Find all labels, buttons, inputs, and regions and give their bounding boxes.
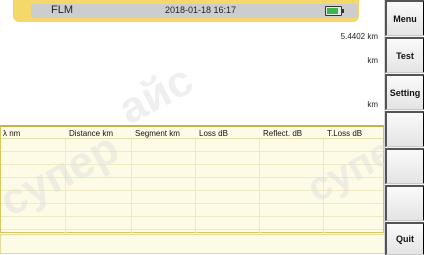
table-row[interactable] xyxy=(1,138,383,152)
table-cell xyxy=(65,164,132,178)
table-cell xyxy=(1,203,66,217)
table-cell xyxy=(323,203,383,217)
table-cell xyxy=(131,203,196,217)
table-cell xyxy=(323,164,383,178)
table-cell xyxy=(259,190,324,204)
distance-readout: 5.4402 km xyxy=(340,32,378,41)
trace-display[interactable]: 5.4402 km km km xyxy=(0,22,384,126)
table-cell xyxy=(195,203,260,217)
col-segment: Segment km xyxy=(131,127,195,139)
battery-level xyxy=(327,8,338,14)
table-cell xyxy=(1,164,66,178)
table-cell xyxy=(323,177,383,191)
table-cell xyxy=(259,164,324,178)
model-label: FLM xyxy=(51,4,73,16)
col-reflect: Reflect. dB xyxy=(259,127,323,139)
table-cell xyxy=(131,164,196,178)
table-cell xyxy=(195,164,260,178)
table-row[interactable] xyxy=(1,151,383,165)
table-cell xyxy=(131,151,196,165)
table-row[interactable] xyxy=(1,216,383,230)
table-cell xyxy=(259,151,324,165)
datetime-label: 2018-01-18 16:17 xyxy=(165,5,237,15)
table-cell xyxy=(65,177,132,191)
table-cell xyxy=(1,138,66,152)
menu-button[interactable]: Menu xyxy=(385,0,424,36)
table-cell xyxy=(65,151,132,165)
table-header-row: λ nm Distance km Segment km Loss dB Refl… xyxy=(1,127,383,139)
table-row[interactable] xyxy=(1,190,383,204)
table-cell xyxy=(195,216,260,230)
table-cell xyxy=(65,190,132,204)
table-cell xyxy=(323,151,383,165)
marker-a-readout: km xyxy=(367,56,378,65)
table-cell xyxy=(131,177,196,191)
setting-button[interactable]: Setting xyxy=(385,74,424,110)
col-loss: Loss dB xyxy=(195,127,259,139)
table-cell xyxy=(195,138,260,152)
event-table[interactable]: λ nm Distance km Segment km Loss dB Refl… xyxy=(0,125,384,243)
table-cell xyxy=(195,151,260,165)
table-cell xyxy=(1,177,66,191)
quit-button[interactable]: Quit xyxy=(385,222,424,255)
table-row[interactable] xyxy=(1,203,383,217)
table-cell xyxy=(131,190,196,204)
table-cell xyxy=(131,216,196,230)
table-row[interactable] xyxy=(1,177,383,191)
table-cell xyxy=(195,177,260,191)
col-distance: Distance km xyxy=(65,127,131,139)
table-cell xyxy=(1,151,66,165)
battery-icon xyxy=(325,6,344,16)
table-cell xyxy=(259,177,324,191)
col-wavelength: λ nm xyxy=(1,127,65,139)
col-total-loss: T.Loss dB xyxy=(323,127,383,139)
table-cell xyxy=(323,138,383,152)
event-table-grid: λ nm Distance km Segment km Loss dB Refl… xyxy=(1,127,383,243)
blank-button-2[interactable] xyxy=(385,148,424,184)
table-cell xyxy=(65,203,132,217)
main-area: FLM 2018-01-18 16:17 5.4402 km km km λ n… xyxy=(0,0,401,255)
side-menu: Menu Test Setting Quit xyxy=(384,0,424,255)
table-cell xyxy=(323,216,383,230)
table-cell xyxy=(259,216,324,230)
table-row[interactable] xyxy=(1,164,383,178)
table-cell xyxy=(1,190,66,204)
table-cell xyxy=(1,216,66,230)
marker-b-readout: km xyxy=(367,100,378,109)
table-cell xyxy=(323,190,383,204)
table-cell xyxy=(131,138,196,152)
table-cell xyxy=(195,190,260,204)
info-strip xyxy=(0,234,385,254)
blank-button-1[interactable] xyxy=(385,111,424,147)
blank-button-3[interactable] xyxy=(385,185,424,221)
table-cell xyxy=(259,203,324,217)
event-rows xyxy=(1,138,383,243)
table-cell xyxy=(259,138,324,152)
table-cell xyxy=(65,216,132,230)
table-cell xyxy=(65,138,132,152)
status-bar: FLM 2018-01-18 16:17 xyxy=(13,0,359,22)
test-button[interactable]: Test xyxy=(385,37,424,73)
battery-tip xyxy=(342,9,344,13)
